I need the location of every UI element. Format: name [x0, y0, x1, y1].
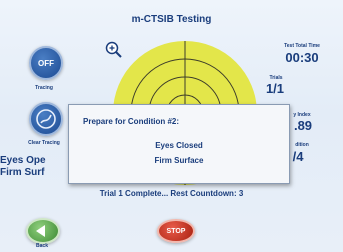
prepare-condition-dialog: Prepare for Condition #2: Eyes Closed Fi… — [68, 104, 290, 184]
back-label: Back — [36, 243, 48, 249]
trials-value: 1/1 — [265, 81, 285, 96]
dialog-line-surface: Firm Surface — [154, 156, 204, 165]
back-arrow-icon — [36, 225, 45, 237]
current-condition: Eyes Ope Firm Surf — [0, 155, 46, 179]
tracing-off-button[interactable]: OFF — [29, 46, 63, 80]
condition-line-1: Eyes Ope — [0, 155, 46, 166]
stop-button[interactable]: STOP — [157, 219, 195, 243]
status-text: Trial 1 Complete... Rest Countdown: 3 — [99, 189, 244, 198]
tracing-label: Tracing — [35, 85, 53, 91]
total-time-value: 00:30 — [285, 50, 319, 65]
clear-tracing-button[interactable] — [29, 102, 63, 136]
back-button[interactable] — [26, 218, 60, 244]
clear-tracing-label: Clear Tracing — [28, 140, 60, 146]
stop-label: STOP — [166, 227, 186, 235]
dialog-title: Prepare for Condition #2: — [83, 117, 180, 126]
app-screen: m-CTSIB Testing OFF Tracing Clear Tracin… — [0, 0, 343, 252]
dialog-line-eyes: Eyes Closed — [155, 141, 203, 150]
app-title: m-CTSIB Testing — [131, 14, 212, 25]
off-label: OFF — [38, 58, 54, 68]
clear-tracing-icon — [36, 109, 56, 129]
total-time-label: Test Total Time — [284, 43, 320, 49]
condition-line-2: Firm Surf — [0, 167, 45, 178]
